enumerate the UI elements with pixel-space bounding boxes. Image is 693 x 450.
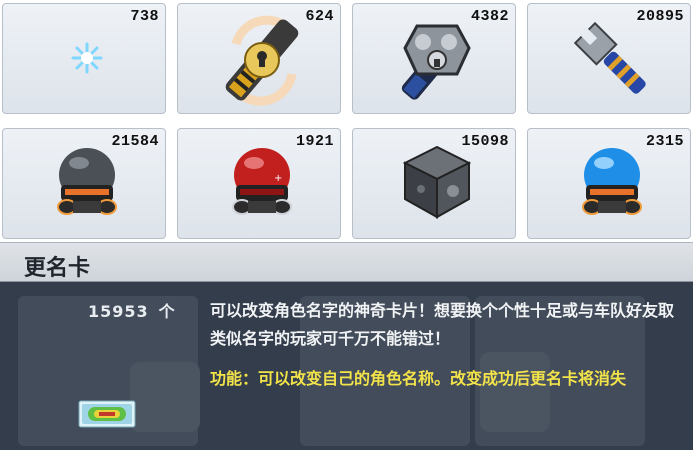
item-detail-panel: 更名卡 15953 个 可以改变角色名字的神奇卡片！想要换个个性十足或与车队好友取…: [0, 242, 693, 450]
inventory-slot-lock-wrench[interactable]: 624: [177, 3, 341, 114]
item-function: 功能：可以改变自己的角色名称。改变成功后更名卡将消失: [210, 369, 627, 388]
inventory-slot-metal-cube[interactable]: 15098: [352, 128, 516, 239]
item-count: 4382: [470, 8, 509, 25]
quantity-value: 15953: [88, 302, 149, 321]
detail-header: 更名卡: [0, 242, 693, 282]
item-count: 738: [130, 8, 159, 25]
inventory-slot-blue-helmet[interactable]: 2315: [527, 128, 691, 239]
item-title: 更名卡: [24, 256, 91, 281]
item-quantity: 15953 个: [88, 298, 176, 322]
detail-body: 15953 个 可以改变角色名字的神奇卡片！想要换个个性十足或与车队好友取类似名字…: [0, 282, 693, 450]
inventory-grid: 738 624 4382 20895 21584 + 1921 15098 23…: [0, 0, 693, 242]
inventory-slot-red-helmet[interactable]: + 1921: [177, 128, 341, 239]
inventory-slot-black-helmet[interactable]: 21584: [2, 128, 166, 239]
inventory-slot-snowflake[interactable]: 738: [2, 3, 166, 114]
item-count: 2315: [645, 133, 684, 150]
rename-card-icon: [78, 400, 136, 428]
item-count: 1921: [295, 133, 334, 150]
item-description: 可以改变角色名字的神奇卡片！想要换个个性十足或与车队好友取类似名字的玩家可千万不…: [210, 301, 675, 348]
inventory-slot-wrench[interactable]: 20895: [527, 3, 691, 114]
quantity-unit: 个: [158, 302, 176, 321]
item-count: 624: [305, 8, 334, 25]
item-count: 20895: [636, 8, 684, 25]
item-count: 15098: [461, 133, 509, 150]
svg-text:+: +: [274, 173, 282, 184]
inventory-slot-chrome-wrench[interactable]: 4382: [352, 3, 516, 114]
item-count: 21584: [111, 133, 159, 150]
